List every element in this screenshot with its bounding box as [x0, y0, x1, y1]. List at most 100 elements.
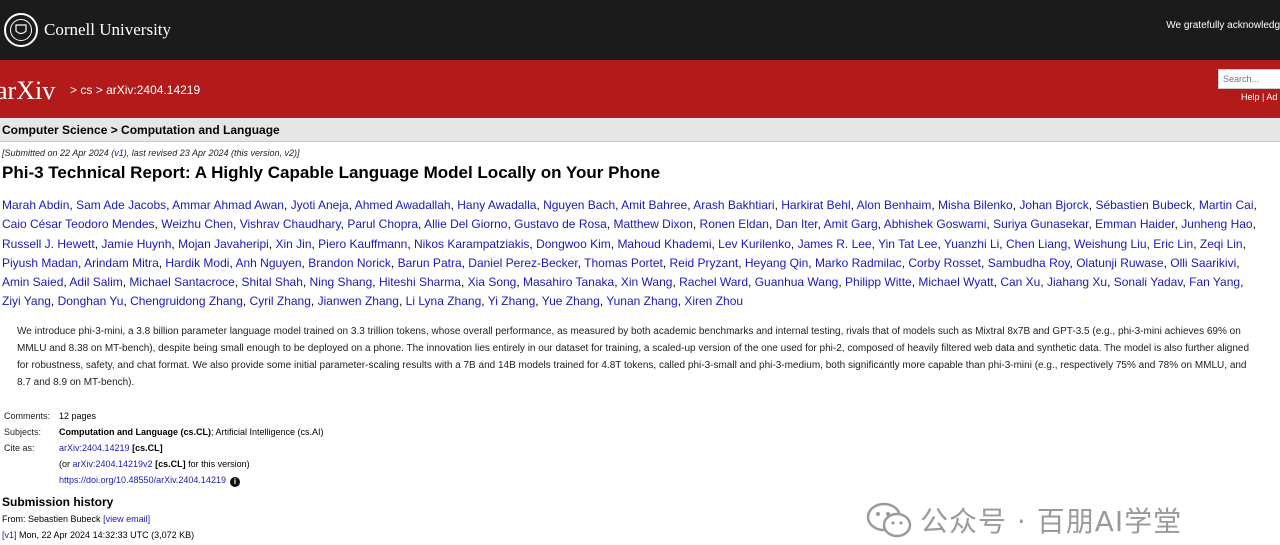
author-link[interactable]: Ning Shang — [310, 275, 373, 289]
author-link[interactable]: Shital Shah — [241, 275, 302, 289]
view-email-link[interactable]: [view email] — [103, 514, 150, 524]
author-link[interactable]: Li Lyna Zhang — [406, 294, 482, 308]
search-input[interactable] — [1218, 69, 1280, 89]
author-link[interactable]: Reid Pryzant — [670, 256, 739, 270]
author-link[interactable]: Marko Radmilac — [815, 256, 902, 270]
author-link[interactable]: Chengruidong Zhang — [130, 294, 243, 308]
author-link[interactable]: Ammar Ahmad Awan — [172, 198, 284, 212]
author-link[interactable]: Amit Garg — [824, 217, 878, 231]
author-link[interactable]: Alon Benhaim — [857, 198, 932, 212]
author-link[interactable]: Emman Haider — [1095, 217, 1174, 231]
author-link[interactable]: Caio César Teodoro Mendes — [2, 217, 155, 231]
help-link[interactable]: Help — [1241, 92, 1260, 102]
author-link[interactable]: Michael Wyatt — [918, 275, 993, 289]
author-link[interactable]: Chen Liang — [1006, 237, 1067, 251]
advanced-search-link[interactable]: Ad — [1266, 92, 1277, 102]
author-link[interactable]: Russell J. Hewett — [2, 237, 95, 251]
author-link[interactable]: Dongwoo Kim — [536, 237, 611, 251]
author-link[interactable]: Martin Cai — [1199, 198, 1254, 212]
author-link[interactable]: Arash Bakhtiari — [693, 198, 774, 212]
author-link[interactable]: Lev Kurilenko — [718, 237, 791, 251]
author-link[interactable]: Xiren Zhou — [684, 294, 743, 308]
author-link[interactable]: Sambudha Roy — [988, 256, 1070, 270]
cornell-seal-icon[interactable] — [4, 13, 38, 47]
author-link[interactable]: Suriya Gunasekar — [993, 217, 1088, 231]
author-link[interactable]: Nguyen Bach — [543, 198, 615, 212]
author-link[interactable]: Xin Jin — [275, 237, 311, 251]
author-link[interactable]: Amit Bahree — [621, 198, 687, 212]
submitted-v1-link[interactable]: v1 — [114, 148, 124, 158]
author-link[interactable]: Harkirat Behl — [781, 198, 850, 212]
author-link[interactable]: Hiteshi Sharma — [379, 275, 461, 289]
author-link[interactable]: Heyang Qin — [745, 256, 808, 270]
author-link[interactable]: Donghan Yu — [58, 294, 124, 308]
author-link[interactable]: Jyoti Aneja — [291, 198, 349, 212]
info-icon[interactable]: i — [229, 477, 240, 487]
author-link[interactable]: Yuanzhi Li — [944, 237, 999, 251]
author-link[interactable]: Matthew Dixon — [614, 217, 693, 231]
author-link[interactable]: Fan Yang — [1189, 275, 1240, 289]
cite-version-link[interactable]: arXiv:2404.14219v2 — [73, 459, 153, 469]
author-link[interactable]: Hany Awadalla — [457, 198, 536, 212]
author-link[interactable]: Arindam Mitra — [84, 256, 159, 270]
author-link[interactable]: Yin Tat Lee — [878, 237, 937, 251]
author-link[interactable]: Daniel Perez-Becker — [468, 256, 577, 270]
author-link[interactable]: Eric Lin — [1153, 237, 1193, 251]
author-link[interactable]: Zeqi Lin — [1200, 237, 1243, 251]
author-link[interactable]: Corby Rosset — [908, 256, 981, 270]
author-link[interactable]: Yue Zhang — [542, 294, 600, 308]
author-link[interactable]: Sam Ade Jacobs — [76, 198, 166, 212]
author-link[interactable]: Olli Saarikivi — [1170, 256, 1236, 270]
author-link[interactable]: Vishrav Chaudhary — [240, 217, 341, 231]
author-link[interactable]: Anh Nguyen — [235, 256, 301, 270]
author-link[interactable]: Ziyi Yang — [2, 294, 51, 308]
author-link[interactable]: Weishung Liu — [1074, 237, 1147, 251]
author-link[interactable]: Jiahang Xu — [1047, 275, 1107, 289]
doi-link[interactable]: https://doi.org/10.48550/arXiv.2404.1421… — [59, 475, 226, 485]
author-link[interactable]: Jamie Huynh — [101, 237, 171, 251]
breadcrumb-cs-link[interactable]: cs — [80, 83, 92, 97]
author-link[interactable]: Piero Kauffmann — [318, 237, 407, 251]
author-link[interactable]: Sébastien Bubeck — [1095, 198, 1192, 212]
author-link[interactable]: Allie Del Giorno — [424, 217, 507, 231]
author-link[interactable]: Masahiro Tanaka — [523, 275, 614, 289]
author-link[interactable]: Misha Bilenko — [938, 198, 1013, 212]
author-link[interactable]: Yunan Zhang — [606, 294, 677, 308]
author-link[interactable]: Junheng Hao — [1181, 217, 1252, 231]
author-link[interactable]: Michael Santacroce — [129, 275, 234, 289]
author-link[interactable]: Sonali Yadav — [1114, 275, 1183, 289]
author-link[interactable]: Thomas Portet — [584, 256, 663, 270]
author-link[interactable]: Ahmed Awadallah — [355, 198, 451, 212]
author-link[interactable]: Hardik Modi — [165, 256, 229, 270]
author-link[interactable]: Brandon Norick — [308, 256, 391, 270]
author-link[interactable]: Marah Abdin — [2, 198, 69, 212]
author-link[interactable]: Xin Wang — [621, 275, 673, 289]
author-link[interactable]: Guanhua Wang — [755, 275, 839, 289]
author-link[interactable]: Rachel Ward — [679, 275, 748, 289]
author-link[interactable]: Gustavo de Rosa — [514, 217, 607, 231]
author-link[interactable]: Barun Patra — [398, 256, 462, 270]
author-link[interactable]: Dan Iter — [776, 217, 818, 231]
author-link[interactable]: Yi Zhang — [488, 294, 536, 308]
arxiv-logo-icon[interactable]: arXiv — [0, 75, 64, 107]
cite-id-link[interactable]: arXiv:2404.14219 — [59, 443, 130, 453]
author-link[interactable]: Jianwen Zhang — [318, 294, 399, 308]
author-link[interactable]: Johan Bjorck — [1019, 198, 1088, 212]
author-link[interactable]: Weizhu Chen — [161, 217, 233, 231]
author-link[interactable]: Piyush Madan — [2, 256, 78, 270]
version-v1-link[interactable]: [v1] — [2, 530, 17, 540]
author-link[interactable]: Mojan Javaheripi — [178, 237, 269, 251]
author-link[interactable]: Adil Salim — [69, 275, 122, 289]
author-link[interactable]: Mahoud Khademi — [617, 237, 711, 251]
author-link[interactable]: Xia Song — [468, 275, 517, 289]
author-link[interactable]: Philipp Witte — [845, 275, 912, 289]
author-link[interactable]: Nikos Karampatziakis — [414, 237, 529, 251]
author-link[interactable]: Cyril Zhang — [250, 294, 311, 308]
cornell-university-link[interactable]: Cornell University — [44, 20, 171, 40]
author-link[interactable]: Olatunji Ruwase — [1076, 256, 1163, 270]
author-link[interactable]: Amin Saied — [2, 275, 63, 289]
author-link[interactable]: Can Xu — [1000, 275, 1040, 289]
author-link[interactable]: Parul Chopra — [347, 217, 418, 231]
author-link[interactable]: Ronen Eldan — [700, 217, 769, 231]
author-link[interactable]: James R. Lee — [798, 237, 872, 251]
